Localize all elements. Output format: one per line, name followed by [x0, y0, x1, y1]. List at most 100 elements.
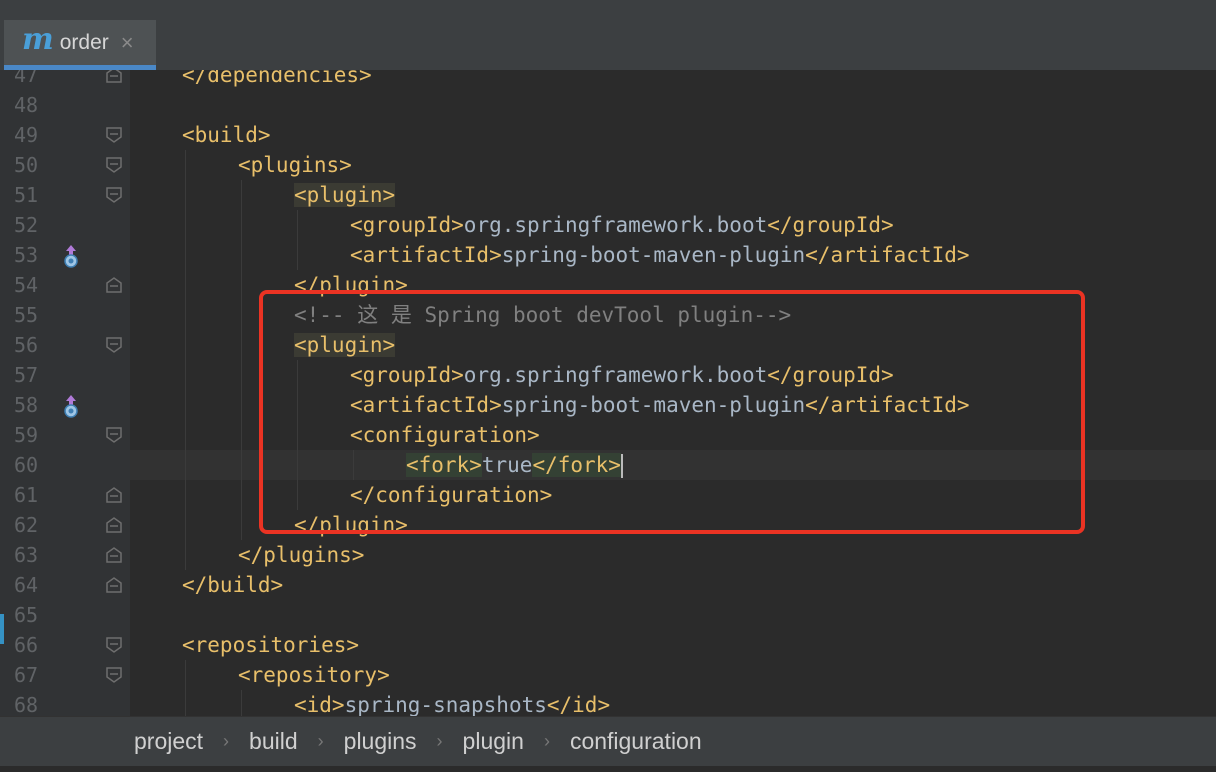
chevron-right-icon: › [543, 731, 550, 751]
indent-guide [241, 180, 242, 210]
code-text[interactable]: <groupId>org.springframework.boot</group… [350, 210, 894, 240]
code-line[interactable]: 53 <artifactId>spring-boot-maven-plugin</… [0, 240, 1216, 270]
breadcrumb-item-plugin[interactable]: plugin [463, 728, 524, 755]
fold-end-icon[interactable] [105, 486, 123, 504]
fold-start-icon[interactable] [105, 186, 123, 204]
code-text[interactable]: <id>spring-snapshots</id> [294, 690, 610, 716]
code-line[interactable]: 52 <groupId>org.springframework.boot</gro… [0, 210, 1216, 240]
code-line[interactable]: 48 [0, 90, 1216, 120]
code-line[interactable]: 49 <build> [0, 120, 1216, 150]
code-line[interactable]: 67 <repository> [0, 660, 1216, 690]
code-line[interactable]: 64 </build> [0, 570, 1216, 600]
fold-start-icon[interactable] [105, 126, 123, 144]
breadcrumb-item-build[interactable]: build [249, 728, 298, 755]
fold-end-icon[interactable] [105, 576, 123, 594]
code-line[interactable]: 47 </dependencies> [0, 70, 1216, 90]
code-text[interactable]: </build> [182, 570, 283, 600]
fold-end-icon[interactable] [105, 276, 123, 294]
xml-text: spring-boot-maven-plugin [501, 243, 806, 267]
override-marker-icon[interactable] [62, 394, 80, 418]
xml-tag: <artifactId> [350, 393, 502, 417]
fold-start-icon[interactable] [105, 666, 123, 684]
indent-guide [297, 480, 298, 510]
code-line[interactable]: 57 <groupId>org.springframework.boot</gro… [0, 360, 1216, 390]
code-text[interactable]: <groupId>org.springframework.boot</group… [350, 360, 894, 390]
breadcrumb-item-plugins[interactable]: plugins [344, 728, 417, 755]
chevron-right-icon: › [436, 731, 443, 751]
code-line[interactable]: 51 <plugin> [0, 180, 1216, 210]
xml-tag: <repositories> [182, 633, 360, 657]
xml-tag: <plugin> [294, 183, 396, 207]
code-text[interactable]: <configuration> [350, 420, 540, 450]
code-line[interactable]: 60 <fork>true</fork> [0, 450, 1216, 480]
code-line[interactable]: 63 </plugins> [0, 540, 1216, 570]
indent-guide [241, 450, 242, 480]
code-text[interactable]: </plugins> [238, 540, 364, 570]
indent-guide [241, 420, 242, 450]
xml-text: spring-boot-maven-plugin [501, 393, 806, 417]
code-line[interactable]: 54 </plugin> [0, 270, 1216, 300]
line-number: 47 [14, 70, 39, 87]
code-text[interactable]: <artifactId>spring-boot-maven-plugin</ar… [350, 240, 970, 270]
line-number: 56 [14, 333, 39, 357]
fold-start-icon[interactable] [105, 636, 123, 654]
code-text[interactable]: <artifactId>spring-boot-maven-plugin</ar… [350, 390, 970, 420]
close-icon[interactable]: × [121, 30, 134, 56]
code-text[interactable]: <plugin> [294, 180, 396, 210]
code-text[interactable]: </plugin> [294, 270, 408, 300]
code-line[interactable]: 66 <repositories> [0, 630, 1216, 660]
xml-text: true [481, 453, 533, 477]
code-text[interactable]: <plugin> [294, 330, 396, 360]
text-caret [620, 454, 623, 478]
fold-end-icon[interactable] [105, 70, 123, 84]
code-line[interactable]: 56 <plugin> [0, 330, 1216, 360]
breadcrumb-item-configuration[interactable]: configuration [570, 728, 702, 755]
code-line[interactable]: 62 </plugin> [0, 510, 1216, 540]
code-editor[interactable]: 47 </dependencies> 48 49 <build> 50 <plugins> 5… [0, 70, 1216, 716]
fold-start-icon[interactable] [105, 336, 123, 354]
indent-guide [241, 270, 242, 300]
code-text[interactable]: <!-- 这 是 Spring boot devTool plugin--> [294, 300, 791, 330]
code-line[interactable]: 65 [0, 600, 1216, 630]
xml-tag: </groupId> [767, 213, 894, 237]
fold-end-icon[interactable] [105, 516, 123, 534]
line-number: 59 [14, 423, 39, 447]
breadcrumb-item-project[interactable]: project [134, 728, 203, 755]
xml-comment: <!-- 这 是 Spring boot devTool plugin--> [294, 303, 792, 327]
side-indicator [0, 614, 4, 644]
chevron-right-icon: › [223, 731, 230, 751]
fold-start-icon[interactable] [105, 156, 123, 174]
code-line[interactable]: 55 <!-- 这 是 Spring boot devTool plugin--> [0, 300, 1216, 330]
indent-guide [185, 510, 186, 540]
indent-guide [185, 180, 186, 210]
code-text[interactable]: </dependencies> [182, 70, 372, 90]
code-text[interactable]: <repositories> [182, 630, 359, 660]
indent-guide [185, 210, 186, 240]
fold-end-icon[interactable] [105, 546, 123, 564]
code-text[interactable]: </plugin> [294, 510, 408, 540]
fold-start-icon[interactable] [105, 426, 123, 444]
override-marker-icon[interactable] [62, 244, 80, 268]
xml-tag: <plugins> [238, 153, 352, 177]
indent-guide [185, 420, 186, 450]
tab-order[interactable]: m order × [4, 20, 156, 70]
code-text[interactable]: <plugins> [238, 150, 352, 180]
code-line[interactable]: 59 <configuration> [0, 420, 1216, 450]
indent-guide [241, 360, 242, 390]
code-text[interactable]: </configuration> [350, 480, 552, 510]
code-text[interactable]: <build> [182, 120, 271, 150]
code-line[interactable]: 58 <artifactId>spring-boot-maven-plugin</… [0, 390, 1216, 420]
code-text[interactable]: <fork>true</fork> [406, 450, 623, 480]
code-line[interactable]: 50 <plugins> [0, 150, 1216, 180]
line-number: 61 [14, 483, 39, 507]
indent-guide [241, 510, 242, 540]
indent-guide [241, 300, 242, 330]
line-number: 52 [14, 213, 39, 237]
indent-guide [185, 390, 186, 420]
xml-tag: </artifactId> [805, 393, 970, 417]
status-strip [0, 766, 1216, 772]
line-number: 65 [14, 603, 39, 627]
code-line[interactable]: 61 </configuration> [0, 480, 1216, 510]
code-line[interactable]: 68 <id>spring-snapshots</id> [0, 690, 1216, 716]
code-text[interactable]: <repository> [238, 660, 390, 690]
